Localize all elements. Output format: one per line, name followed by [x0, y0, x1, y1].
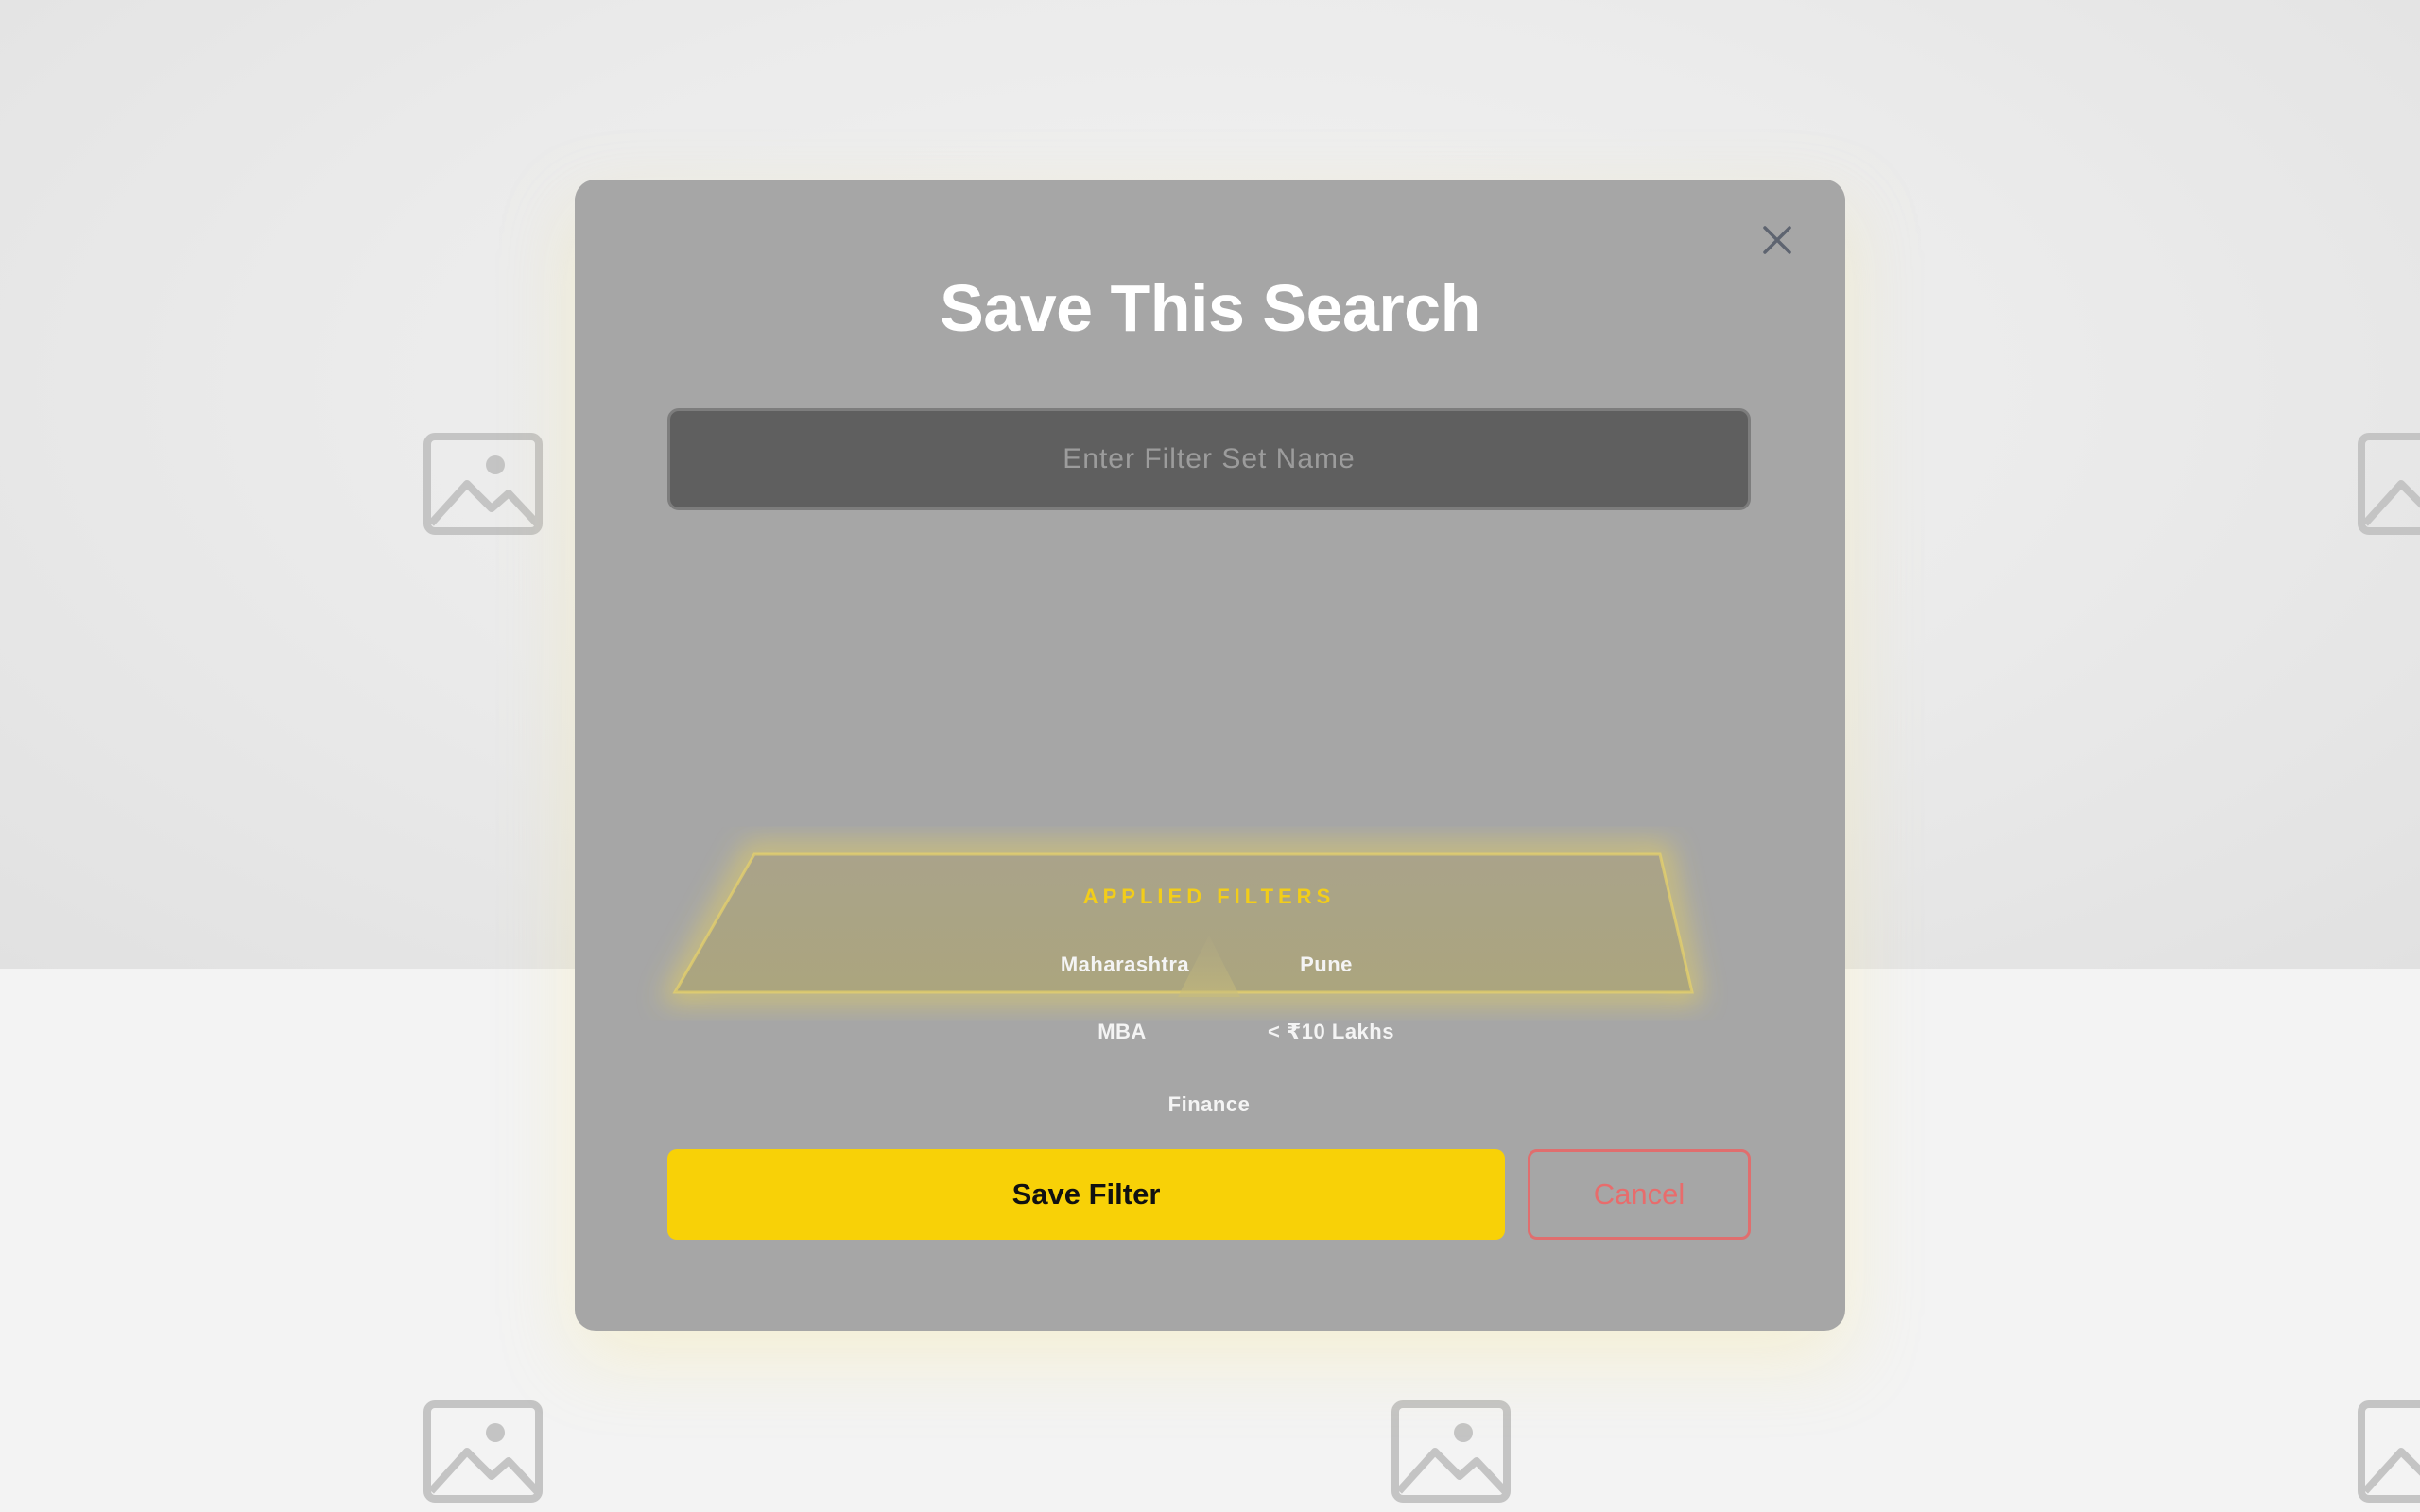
image-placeholder-icon — [2358, 433, 2420, 535]
filter-chip: Pune — [1300, 953, 1353, 976]
close-button[interactable] — [1751, 214, 1804, 266]
filter-chip: Finance — [1167, 1092, 1251, 1116]
filter-set-name-input[interactable] — [667, 408, 1751, 510]
applied-filters-heading: APPLIED FILTERS — [1082, 885, 1336, 908]
image-placeholder-icon — [2358, 1400, 2420, 1503]
modal-title: Save This Search — [940, 271, 1480, 345]
close-icon — [1763, 226, 1791, 254]
cancel-button[interactable]: Cancel — [1528, 1149, 1751, 1240]
save-search-modal: Save This Search APPLIED FILTER — [575, 180, 1845, 1331]
filter-chip: < ₹10 Lakhs — [1268, 1020, 1394, 1043]
image-placeholder-icon — [1392, 1400, 1511, 1503]
save-filter-button[interactable]: Save Filter — [667, 1149, 1505, 1240]
image-placeholder-icon — [424, 433, 543, 535]
applied-filters-panel: APPLIED FILTERS Maharashtra Pune MBA < ₹… — [661, 671, 1751, 1116]
filter-chip: Maharashtra — [1060, 953, 1190, 976]
filter-chip: MBA — [1098, 1020, 1147, 1043]
filters-panel-frame — [661, 844, 1702, 1003]
image-placeholder-icon — [424, 1400, 543, 1503]
